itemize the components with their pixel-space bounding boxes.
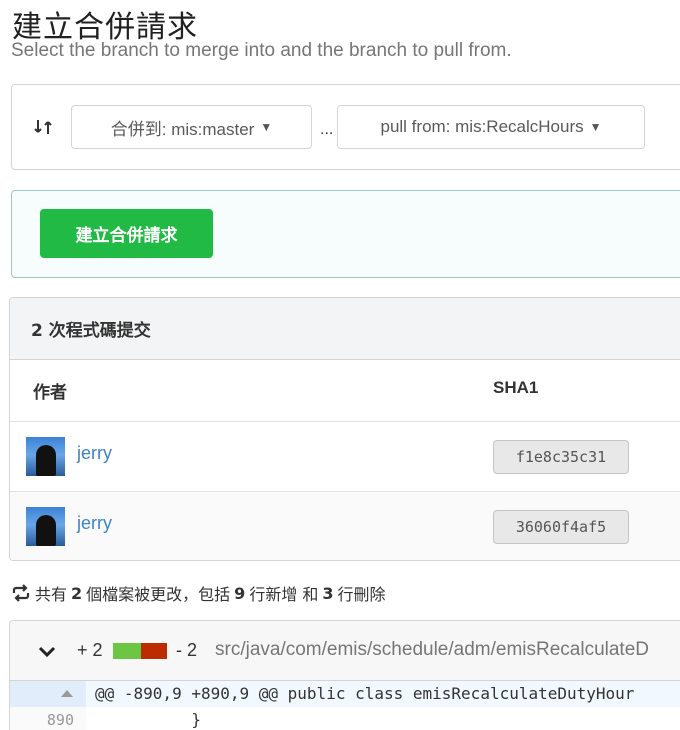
summary-additions-text: 行新增 和 bbox=[249, 585, 319, 604]
summary-deletion-count: 3 bbox=[322, 583, 334, 603]
summary-file-count: 2 bbox=[71, 583, 83, 603]
commit-sha-link[interactable]: 36060f4af5 bbox=[493, 510, 629, 544]
additions-bar bbox=[113, 643, 141, 659]
base-branch-label: 合併到: mis:master bbox=[110, 119, 255, 139]
commits-column-headers: 作者 SHA1 bbox=[10, 360, 680, 422]
hunk-gutter bbox=[10, 681, 86, 707]
file-diff: + 2 - 2 src/java/com/emis/schedule/adm/e… bbox=[9, 620, 680, 730]
summary-addition-count: 9 bbox=[234, 583, 246, 603]
author-link[interactable]: jerry bbox=[77, 443, 112, 464]
expand-up-icon[interactable] bbox=[60, 688, 74, 698]
create-pull-request-panel: 建立合併請求 bbox=[11, 190, 680, 278]
hunk-header: @@ -890,9 +890,9 @@ public class emisRec… bbox=[95, 684, 635, 703]
branch-separator: ... bbox=[320, 121, 334, 138]
caret-down-icon: ▼ bbox=[589, 120, 602, 134]
git-compare-icon bbox=[34, 120, 52, 134]
table-row: jerry 36060f4af5 bbox=[10, 492, 680, 560]
base-branch-dropdown[interactable]: 合併到: mis:master ▼ bbox=[71, 105, 312, 149]
table-row: jerry f1e8c35c31 bbox=[10, 422, 680, 492]
file-diff-header: + 2 - 2 src/java/com/emis/schedule/adm/e… bbox=[10, 621, 680, 681]
repeat-icon bbox=[12, 584, 30, 602]
avatar[interactable] bbox=[26, 507, 65, 546]
avatar[interactable] bbox=[26, 437, 65, 476]
file-path[interactable]: src/java/com/emis/schedule/adm/emisRecal… bbox=[215, 639, 649, 661]
summary-files-text: 個檔案被更改，包括 bbox=[86, 585, 231, 604]
caret-down-icon: ▼ bbox=[260, 120, 273, 134]
head-branch-label: pull from: mis:RecalcHours bbox=[380, 117, 584, 136]
commits-table: 2 次程式碼提交 作者 SHA1 jerry f1e8c35c31 jerry … bbox=[9, 297, 680, 561]
branch-selector-panel: 合併到: mis:master ▼ ... pull from: mis:Rec… bbox=[11, 84, 680, 170]
code-line: 890 } bbox=[10, 707, 680, 730]
line-number[interactable]: 890 bbox=[10, 707, 86, 730]
author-column-header: 作者 bbox=[33, 383, 67, 403]
sha-column-header: SHA1 bbox=[493, 378, 539, 397]
commits-header: 2 次程式碼提交 bbox=[10, 298, 680, 360]
hunk-header-row: @@ -890,9 +890,9 @@ public class emisRec… bbox=[10, 681, 680, 707]
chevron-down-icon[interactable] bbox=[37, 641, 57, 661]
diff-summary: 共有 2 個檔案被更改，包括 9 行新增 和 3 行刪除 bbox=[11, 581, 386, 605]
file-deletions-count: - 2 bbox=[176, 640, 198, 660]
deletions-bar bbox=[141, 643, 167, 659]
code-text: } bbox=[95, 710, 201, 729]
commit-sha-link[interactable]: f1e8c35c31 bbox=[493, 440, 629, 474]
page-subtitle: Select the branch to merge into and the … bbox=[11, 40, 512, 61]
summary-deletions-text: 行刪除 bbox=[337, 585, 386, 604]
file-additions-count: + 2 bbox=[77, 640, 103, 660]
summary-prefix: 共有 bbox=[35, 585, 68, 604]
head-branch-dropdown[interactable]: pull from: mis:RecalcHours ▼ bbox=[337, 105, 645, 149]
author-link[interactable]: jerry bbox=[77, 513, 112, 534]
create-pull-request-button[interactable]: 建立合併請求 bbox=[40, 209, 213, 258]
